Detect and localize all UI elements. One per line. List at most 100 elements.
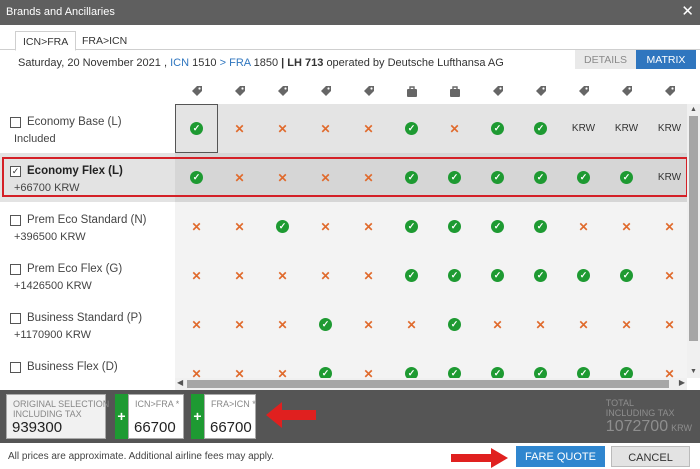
check-icon: ✓ [390,202,433,251]
arrival-time: 1850 [253,57,279,69]
brand-row[interactable]: ✓ Economy Flex (L) +66700 KRW ✓ ✕ ✕ ✕ ✕ ✓ ✓ ✓ ✓ ✓ ✓ KR… [0,153,687,202]
check-icon: ✓ [390,153,433,202]
check-icon: ✓ [605,153,648,202]
brand-label: Economy Base (L) Included [0,104,175,153]
horizontal-scroll-thumb[interactable] [187,380,669,388]
chargeable-label: KRW [648,153,687,202]
brand-cells: ✕ ✕ ✕ ✕ ✕ ✓ ✓ ✓ ✓ ✓ ✓ ✕ [175,251,687,300]
check-icon: ✓ [476,251,519,300]
pipe-separator: | [281,57,285,69]
brand-row[interactable]: Business Flex (D) ✕ ✕ ✕ ✓ ✕ ✓ ✓ ✓ ✓ ✓ ✓ ✕ [0,349,687,378]
operated-by: operated by Deutsche Lufthansa AG [326,57,504,69]
cross-icon: ✕ [578,219,589,234]
segment1-price-box: ICN>FRA * 66700 [128,394,184,439]
scroll-right-icon[interactable]: ▶ [679,378,685,387]
scroll-left-icon[interactable]: ◀ [177,378,183,387]
brand-name: Prem Eco Standard (N) [27,214,147,226]
price-summary: ORIGINAL SELECTION INCLUDING TAX 939300 +… [0,390,700,443]
brand-label: Prem Eco Flex (G) +1426500 KRW [0,251,175,300]
close-icon[interactable]: ✕ [681,3,694,20]
check-icon: ✓ [605,349,648,378]
vertical-scroll-thumb[interactable] [689,116,698,341]
brand-checkbox[interactable] [10,313,21,324]
segment1-label: ICN>FRA * [135,399,180,409]
scroll-up-icon[interactable]: ▲ [690,106,697,113]
cross-icon: ✕ [621,219,632,234]
brand-row[interactable]: Business Standard (P) +1170900 KRW ✕ ✕ ✕ ✓ ✕ ✕ ✓… [0,300,687,349]
check-icon: ✓ [562,153,605,202]
cross-icon: ✕ [664,366,675,379]
brand-cells: ✓ ✕ ✕ ✕ ✕ ✓ ✕ ✓ ✓ KRW KRW KRW [175,104,687,153]
destination-code: FRA [229,57,251,69]
chargeable-label: KRW [562,104,605,153]
scroll-down-icon[interactable]: ▼ [690,368,697,375]
footer: All prices are approximate. Additional a… [0,443,700,469]
vertical-scrollbar[interactable]: ▲ ▼ [687,104,700,378]
brand-row[interactable]: Economy Base (L) Included ✓ ✕ ✕ ✕ ✕ ✓ ✕ ✓ ✓ KRW KRW K… [0,104,687,153]
brand-cells: ✓ ✕ ✕ ✕ ✕ ✓ ✓ ✓ ✓ ✓ ✓ KRW [175,153,687,202]
check-icon: ✓ [433,202,476,251]
horizontal-scrollbar[interactable]: ◀ ▶ [175,378,687,390]
check-icon: ✓ [519,202,562,251]
cross-icon: ✕ [277,121,288,136]
details-toggle[interactable]: DETAILS [575,50,636,69]
brand-price: +396500 KRW [14,231,86,243]
tag-icon [476,78,519,104]
brand-name: Economy Base (L) [27,116,122,128]
matrix-toggle[interactable]: MATRIX [636,50,696,69]
plus-icon: + [191,394,204,439]
cross-icon: ✕ [277,317,288,332]
segment2-price: 66700 [210,419,252,436]
brand-name: Business Standard (P) [27,312,143,324]
cross-icon: ✕ [277,366,288,379]
cross-icon: ✕ [191,268,202,283]
check-icon: ✓ [476,153,519,202]
brand-label: Business Flex (D) [0,349,175,378]
check-icon: ✓ [476,202,519,251]
brand-cells: ✕ ✕ ✕ ✓ ✕ ✓ ✓ ✓ ✓ ✓ ✓ ✕ [175,349,687,378]
chargeable-label: KRW [605,104,648,153]
brand-checkbox[interactable]: ✓ [10,166,21,177]
check-icon: ✓ [390,251,433,300]
brand-checkbox[interactable] [10,215,21,226]
check-icon: ✓ [605,251,648,300]
cross-icon: ✕ [234,366,245,379]
original-price: 939300 [12,419,63,436]
original-label-2: INCLUDING TAX [13,409,82,419]
cross-icon: ✕ [535,317,546,332]
check-icon: ✓ [519,153,562,202]
cross-icon: ✕ [621,317,632,332]
route-arrow: > [219,57,227,69]
brand-checkbox[interactable] [10,264,21,275]
brand-label: Business Standard (P) +1170900 KRW [0,300,175,349]
check-icon: ✓ [519,349,562,378]
brand-checkbox[interactable] [10,362,21,373]
check-icon: ✓ [433,251,476,300]
fare-quote-button[interactable]: FARE QUOTE [516,446,605,467]
brand-checkbox[interactable] [10,117,21,128]
check-icon: ✓ [261,202,304,251]
window-title: Brands and Ancillaries [6,6,115,18]
brand-row[interactable]: Prem Eco Flex (G) +1426500 KRW ✕ ✕ ✕ ✕ ✕ ✓ ✓ ✓ ✓ ✓ ✓… [0,251,687,300]
cross-icon: ✕ [234,317,245,332]
check-icon: ✓ [304,300,347,349]
tab-fra-icn[interactable]: FRA>ICN [75,31,134,51]
segment2-price-box: FRA>ICN * 66700 [204,394,256,439]
check-icon: ✓ [562,349,605,378]
original-selection-box: ORIGINAL SELECTION INCLUDING TAX 939300 [6,394,109,439]
brand-cells: ✕ ✕ ✓ ✕ ✕ ✓ ✓ ✓ ✓ ✕ ✕ ✕ [175,202,687,251]
brand-name: Economy Flex (L) [27,165,123,177]
tag-icon [261,78,304,104]
brand-name: Business Flex (D) [27,361,118,373]
tag-icon [648,78,691,104]
cross-icon: ✕ [578,317,589,332]
check-icon: ✓ [390,349,433,378]
tag-icon [304,78,347,104]
flight-info: Saturday, 20 November 2021 , ICN 1510 > … [18,57,504,69]
tab-icn-fra[interactable]: ICN>FRA [15,31,77,51]
flight-date: Saturday, 20 November 2021 , [18,57,167,69]
brand-row[interactable]: Prem Eco Standard (N) +396500 KRW ✕ ✕ ✓ ✕ ✕ ✓ ✓ ✓… [0,202,687,251]
cross-icon: ✕ [320,121,331,136]
tag-icon [605,78,648,104]
cancel-button[interactable]: CANCEL [611,446,690,467]
